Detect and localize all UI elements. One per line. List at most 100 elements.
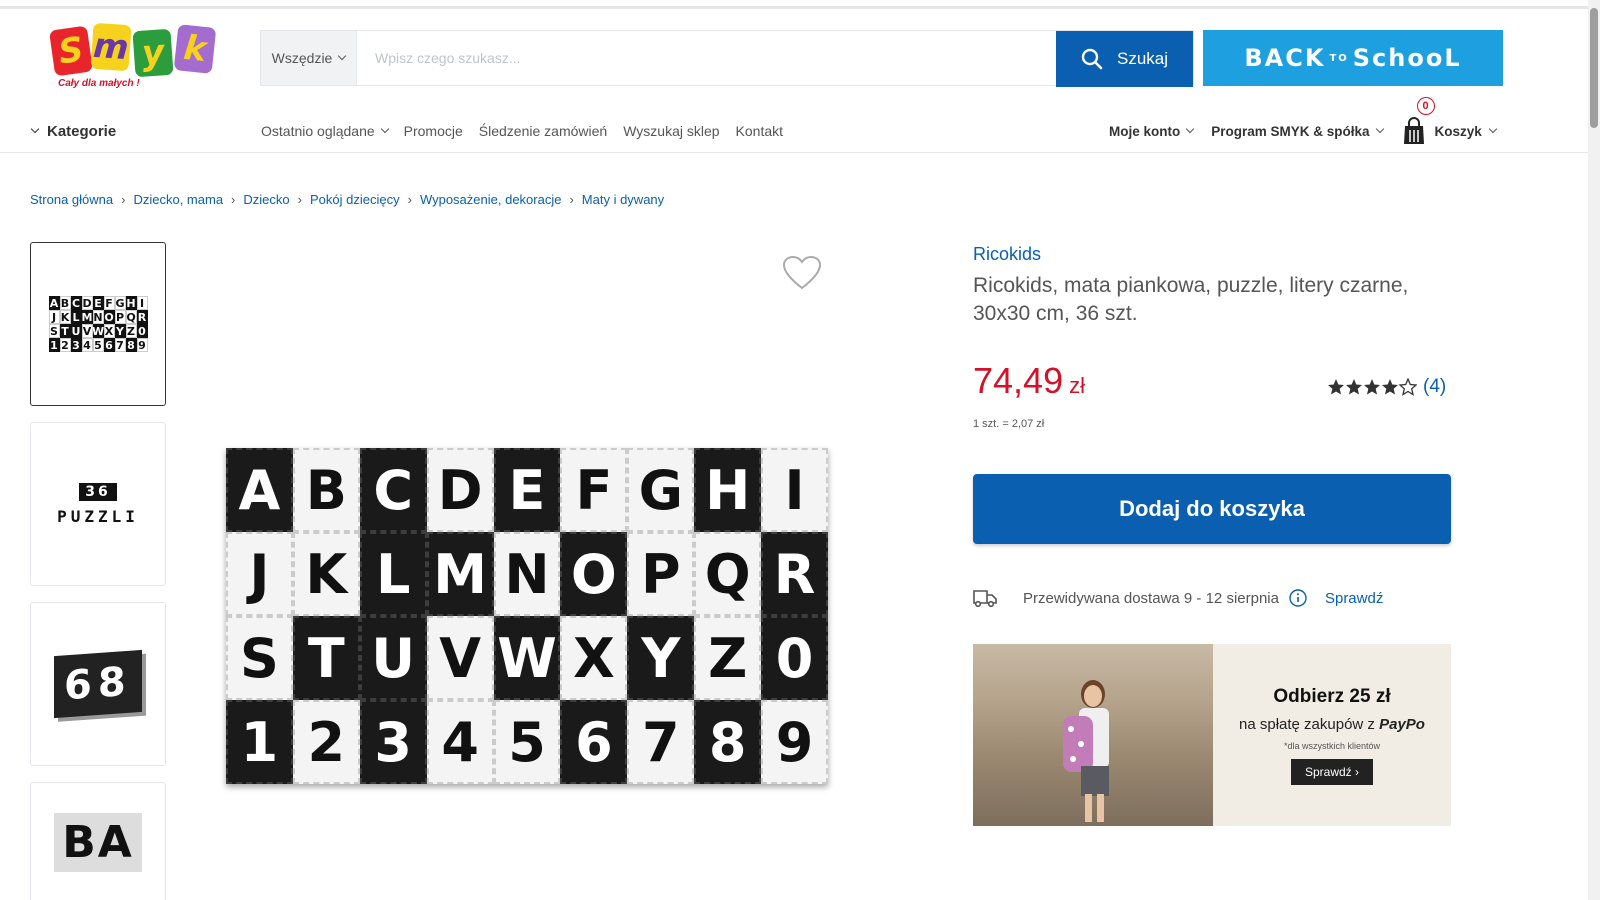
mat-tile: C (359, 448, 427, 532)
back-to-school-banner[interactable]: BACK TO SchooL (1203, 30, 1503, 86)
rating-stars-icon (1328, 378, 1417, 396)
mat-tile: Q (694, 532, 762, 616)
promo-photo (973, 644, 1213, 826)
product-main-image[interactable]: ABCDEFGHI JKLMNOPQR STUVWXYZ0 123456789 (226, 448, 828, 784)
promo-check-label: Sprawdź (1304, 764, 1352, 779)
search-button[interactable]: Szukaj (1056, 31, 1193, 87)
mat-tile: 1 (226, 700, 293, 784)
chevron-down-icon (30, 124, 40, 134)
breadcrumb-separator-icon: › (297, 192, 302, 207)
mat-tile: A (226, 448, 293, 532)
mini-mat-tile: 5 (92, 338, 104, 352)
nav-contact[interactable]: Kontakt (736, 123, 783, 139)
rating-count[interactable]: (4) (1423, 376, 1446, 398)
mat-tile: 0 (761, 616, 828, 700)
unit-price: 1 szt. = 2,07 zł (973, 418, 1045, 430)
mat-tile: K (292, 532, 360, 616)
add-to-cart-button[interactable]: Dodaj do koszyka (973, 474, 1451, 544)
cart-menu[interactable]: 0 Koszyk (1401, 97, 1498, 145)
mat-tile: Z (694, 616, 762, 700)
mat-tile: 6 (560, 700, 628, 784)
mat-tile: O (560, 532, 628, 616)
search-input[interactable] (357, 31, 1056, 85)
mini-mat-tile: E (92, 296, 104, 310)
delivery-text: Przewidywana dostawa 9 - 12 sierpnia (1023, 589, 1279, 607)
mini-mat-tile: K (59, 310, 71, 324)
promo-subtitle-text: na spłatę zakupów z (1239, 715, 1375, 733)
mat-tile: V (426, 616, 494, 700)
breadcrumb-separator-icon: › (231, 192, 236, 207)
promo-title: Odbierz 25 zł (1273, 685, 1391, 707)
program-menu[interactable]: Program SMYK & spółka (1211, 124, 1384, 139)
product-thumbnail-3[interactable]: 68 (30, 602, 166, 766)
product-brand-link[interactable]: Ricokids (973, 244, 1041, 265)
mat-tile: G (627, 448, 695, 532)
mini-mat-tile: H (125, 296, 137, 310)
mini-mat-tile: S (48, 324, 60, 338)
mat-tile: H (694, 448, 762, 532)
smyk-logo[interactable]: S m y k Cały dla małych ! (48, 22, 227, 100)
paypo-logo-text: PayPo (1379, 715, 1425, 733)
paypo-promo-banner[interactable]: Odbierz 25 zł na spłatę zakupów z PayPo … (973, 644, 1451, 826)
product-thumbnail-1[interactable]: ABCDEFGHI JKLMNOPQR STUVWXYZ0 123456789 (30, 242, 166, 406)
shopping-bag-icon (1403, 117, 1424, 144)
mini-mat-tile: X (103, 324, 115, 338)
logo-slogan: Cały dla małych ! (58, 78, 140, 89)
mini-mat-tile: D (81, 296, 93, 310)
mini-mat-tile: 0 (136, 324, 148, 338)
mat-tile: J (226, 532, 293, 616)
breadcrumb-item[interactable]: Maty i dywany (582, 192, 664, 207)
product-thumbnail-2[interactable]: 36 PUZZLI (30, 422, 166, 586)
wishlist-heart-icon[interactable] (782, 255, 822, 295)
mat-tile: W (493, 616, 561, 700)
promo-text-panel: Odbierz 25 zł na spłatę zakupów z PayPo … (1213, 644, 1451, 826)
breadcrumb-separator-icon: › (121, 192, 126, 207)
mini-mat-tile: 7 (114, 338, 126, 352)
page-scrollbar[interactable] (1588, 0, 1600, 900)
back-to-school-small: TO (1329, 52, 1349, 64)
mat-tile: 7 (627, 700, 695, 784)
delivery-check-link[interactable]: Sprawdź (1325, 590, 1383, 607)
scrollbar-thumb[interactable] (1590, 8, 1598, 128)
nav-recently-viewed[interactable]: Ostatnio oglądane (261, 123, 389, 139)
logo-letter-s: S (48, 25, 94, 77)
nav-store-finder[interactable]: Wyszukaj sklep (623, 123, 719, 139)
mat-tile: S (226, 616, 293, 700)
product-rating[interactable]: (4) (1327, 376, 1446, 398)
mat-tile: F (560, 448, 628, 532)
breadcrumb-item[interactable]: Dziecko (243, 192, 289, 207)
search-scope-dropdown[interactable]: Wszędzie (261, 31, 357, 85)
nav-promotions[interactable]: Promocje (404, 123, 463, 139)
my-account-menu[interactable]: Moje konto (1109, 124, 1195, 139)
promo-check-button[interactable]: Sprawdź › (1290, 758, 1374, 785)
mat-tile: Y (627, 616, 695, 700)
mini-mat-tile: B (59, 296, 71, 310)
promo-note: *dla wszystkich klientów (1283, 740, 1381, 751)
logo-letter-m: m (90, 22, 132, 72)
categories-menu[interactable]: Kategorie (30, 120, 116, 142)
thumbnail-blocks-text: 68 (54, 649, 142, 719)
nav-order-tracking[interactable]: Śledzenie zamówień (479, 123, 607, 139)
breadcrumb-item[interactable]: Pokój dziecięcy (310, 192, 400, 207)
breadcrumb-item[interactable]: Dziecko, mama (133, 192, 223, 207)
mini-mat-tile: G (114, 296, 126, 310)
mini-mat-tile: V (81, 324, 93, 338)
thumbnail-stack-text: BA (54, 813, 142, 872)
info-icon[interactable] (1289, 589, 1307, 607)
mini-mat-tile: R (136, 310, 148, 324)
mat-tile: R (761, 532, 828, 616)
mini-mat-tile: Q (125, 310, 137, 324)
girl-with-backpack-image (1063, 680, 1109, 822)
mini-mat-tile: M (81, 310, 93, 324)
mat-tile: D (426, 448, 494, 532)
breadcrumb-item[interactable]: Wyposażenie, dekoracje (420, 192, 562, 207)
chevron-down-icon (1488, 124, 1498, 134)
mini-mat-tile: 6 (103, 338, 115, 352)
product-thumbnail-4[interactable]: BA (30, 782, 166, 900)
breadcrumb-item[interactable]: Strona główna (30, 192, 113, 207)
mat-tile: B (292, 448, 360, 532)
mini-mat-tile: C (70, 296, 82, 310)
mat-tile: P (627, 532, 695, 616)
mini-mat-tile: T (59, 324, 71, 338)
product-title: Ricokids, mata piankowa, puzzle, litery … (973, 274, 1409, 325)
